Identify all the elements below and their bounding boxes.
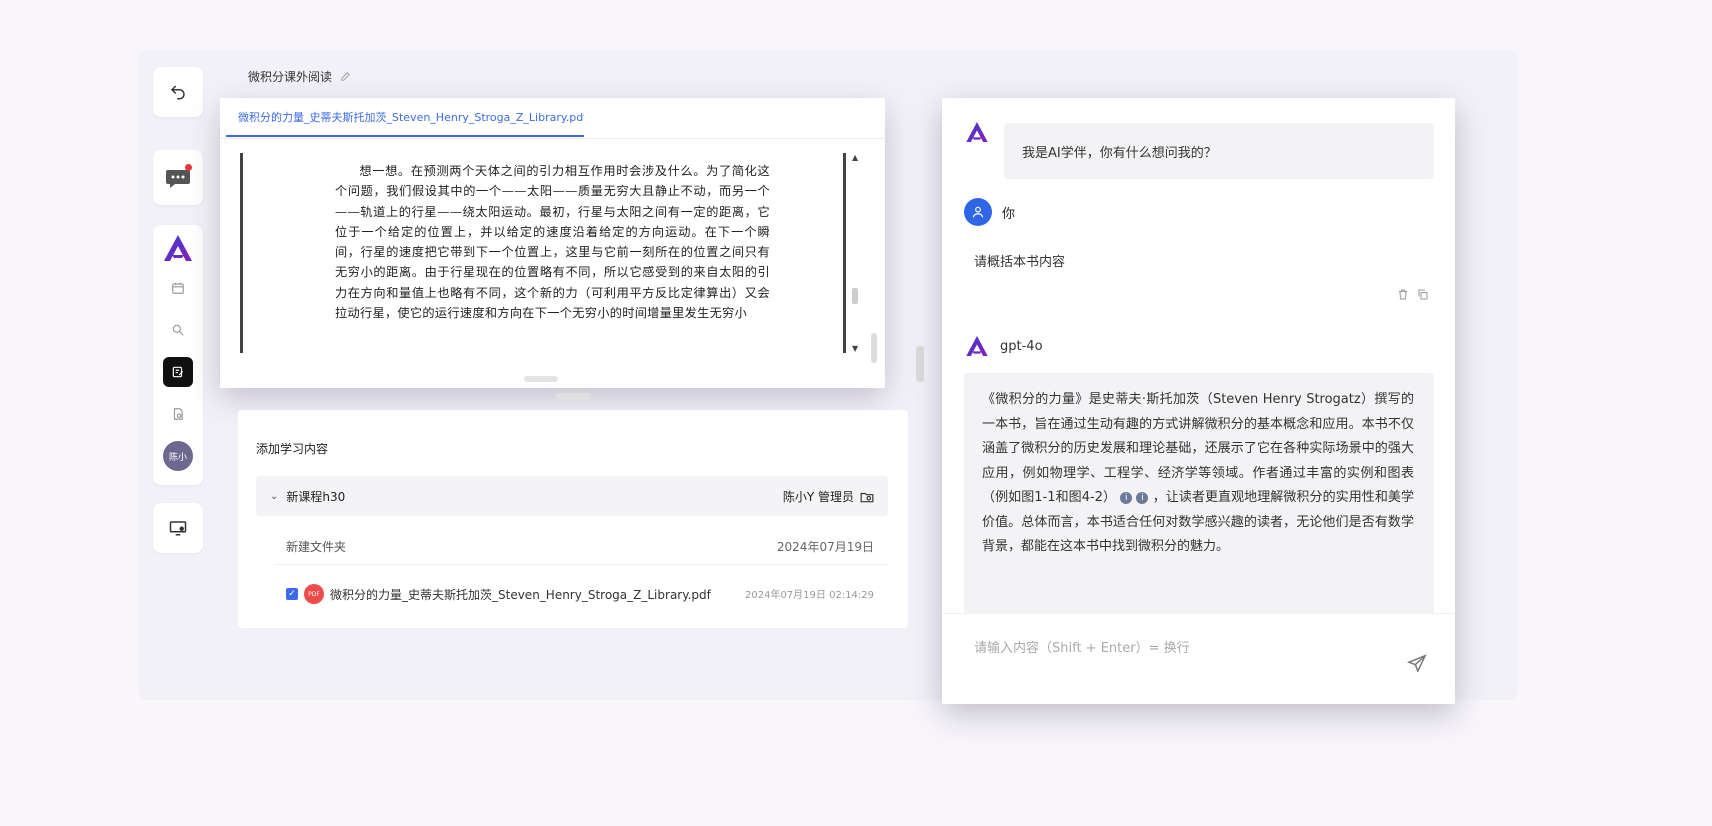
scroll-up-icon[interactable]: ▲ bbox=[852, 153, 858, 162]
brand-logo-icon bbox=[164, 235, 192, 261]
split-divider-handle[interactable] bbox=[916, 346, 924, 382]
user-message-header: 你 bbox=[964, 198, 1015, 226]
ai-greeting-text: 我是AI学伴，你有什么想问我的？ bbox=[1022, 146, 1217, 161]
panel-resize-handle[interactable] bbox=[555, 393, 591, 400]
search-doc-icon bbox=[172, 324, 184, 336]
ai-chat-panel: 我是AI学伴，你有什么想问我的？ 你 请概括本书内容 gpt-4o 《微积分的力… bbox=[942, 98, 1455, 704]
bot-answer-text: 《微积分的力量》是史蒂夫·斯托加茨（Steven Henry Strogatz）… bbox=[982, 388, 1414, 560]
workspace-title: 微积分课外阅读 bbox=[248, 68, 351, 85]
edit-note-icon bbox=[172, 366, 184, 378]
viewer-resize-handle[interactable] bbox=[524, 376, 558, 382]
screen-button-card bbox=[153, 503, 203, 553]
undo-icon bbox=[170, 85, 185, 100]
folder-owner: 陈小Y 管理员 bbox=[782, 490, 854, 504]
file-search-icon bbox=[173, 408, 183, 420]
brand-logo bbox=[153, 233, 203, 263]
calendar-icon bbox=[172, 282, 184, 294]
brand-logo-icon bbox=[966, 122, 988, 142]
viewer-scrollbar[interactable] bbox=[871, 333, 877, 363]
back-button-card bbox=[153, 67, 203, 117]
answer-part-1: 《微积分的力量》是史蒂夫·斯托加茨（Steven Henry Strogatz）… bbox=[982, 392, 1414, 505]
bot-answer-bubble: 《微积分的力量》是史蒂夫·斯托加茨（Steven Henry Strogatz）… bbox=[964, 373, 1434, 618]
edit-title-icon[interactable] bbox=[340, 71, 351, 82]
row-divider bbox=[274, 564, 888, 565]
bot-name: gpt-4o bbox=[1000, 338, 1043, 354]
course-folder-row[interactable]: ⌄ 新课程h30 陈小Y 管理员 bbox=[256, 476, 888, 516]
sub-folder-date: 2024年07月19日 bbox=[776, 540, 874, 554]
messages-card bbox=[153, 150, 203, 205]
course-folder-name: 新课程h30 bbox=[286, 490, 346, 504]
ai-greeting-bubble: 我是AI学伴，你有什么想问我的？ bbox=[1004, 123, 1434, 179]
file-checkbox[interactable]: ✓ bbox=[286, 588, 298, 600]
workspace-title-text: 微积分课外阅读 bbox=[248, 70, 333, 84]
pdf-file-icon: PDF bbox=[304, 584, 324, 604]
citation-icon[interactable]: i bbox=[1120, 491, 1133, 504]
user-avatar-icon bbox=[964, 198, 992, 226]
files-button[interactable] bbox=[163, 399, 193, 429]
page-scrollbar[interactable]: ▲ ▼ bbox=[849, 153, 861, 353]
study-content-title: 添加学习内容 bbox=[256, 442, 329, 456]
message-tools bbox=[1397, 288, 1429, 301]
send-button[interactable] bbox=[1406, 654, 1427, 676]
back-button[interactable] bbox=[153, 67, 203, 117]
copy-icon[interactable] bbox=[1417, 288, 1429, 301]
user-avatar[interactable]: 陈小 bbox=[163, 441, 193, 471]
document-viewer: 微积分的力量_史蒂夫斯托加茨_Steven_Henry_Stroga_Z_Lib… bbox=[220, 98, 885, 388]
tool-rail: 陈小 bbox=[153, 225, 203, 485]
chat-input-area bbox=[942, 613, 1455, 704]
study-content-card: 添加学习内容 ⌄ 新课程h30 陈小Y 管理员 新建文件夹 2024年07月19… bbox=[238, 410, 908, 628]
delete-icon[interactable] bbox=[1397, 288, 1409, 301]
file-name: 微积分的力量_史蒂夫斯托加茨_Steven_Henry_Stroga_Z_Lib… bbox=[330, 587, 711, 602]
sub-folder-row[interactable]: 新建文件夹 2024年07月19日 bbox=[256, 528, 888, 564]
document-page-text: 想一想。在预测两个天体之间的引力相互作用时会涉及什么。为了简化这个问题，我们假设… bbox=[335, 164, 770, 321]
messages-button[interactable] bbox=[153, 150, 203, 205]
send-icon bbox=[1406, 654, 1427, 674]
scroll-down-icon[interactable]: ▼ bbox=[852, 344, 858, 353]
bot-message-header: gpt-4o bbox=[964, 334, 1043, 358]
page-scroll-thumb[interactable] bbox=[852, 288, 858, 304]
user-name: 你 bbox=[1002, 206, 1016, 222]
sub-folder-name: 新建文件夹 bbox=[286, 540, 347, 554]
chevron-down-icon[interactable]: ⌄ bbox=[270, 491, 278, 502]
monitor-icon bbox=[169, 521, 187, 536]
document-tab[interactable]: 微积分的力量_史蒂夫斯托加茨_Steven_Henry_Stroga_Z_Lib… bbox=[226, 106, 584, 137]
calendar-button[interactable] bbox=[163, 273, 193, 303]
search-doc-button[interactable] bbox=[163, 315, 193, 345]
brand-logo-icon bbox=[966, 336, 988, 356]
chat-input[interactable] bbox=[972, 634, 1396, 662]
document-page: 想一想。在预测两个天体之间的引力相互作用时会涉及什么。为了简化这个问题，我们假设… bbox=[240, 153, 858, 353]
file-row[interactable]: ✓ PDF 微积分的力量_史蒂夫斯托加茨_Steven_Henry_Stroga… bbox=[256, 574, 888, 610]
ai-avatar bbox=[964, 120, 990, 148]
citation-icon[interactable]: i bbox=[1136, 491, 1149, 504]
document-tabbar: 微积分的力量_史蒂夫斯托加茨_Steven_Henry_Stroga_Z_Lib… bbox=[220, 98, 885, 139]
notes-button[interactable] bbox=[163, 357, 193, 387]
user-message-text: 请概括本书内容 bbox=[974, 255, 1066, 270]
screen-button[interactable] bbox=[153, 503, 203, 553]
notification-dot bbox=[185, 164, 192, 171]
folder-open-icon[interactable] bbox=[860, 491, 874, 503]
file-date: 2024年07月19日 02:14:29 bbox=[745, 590, 874, 601]
